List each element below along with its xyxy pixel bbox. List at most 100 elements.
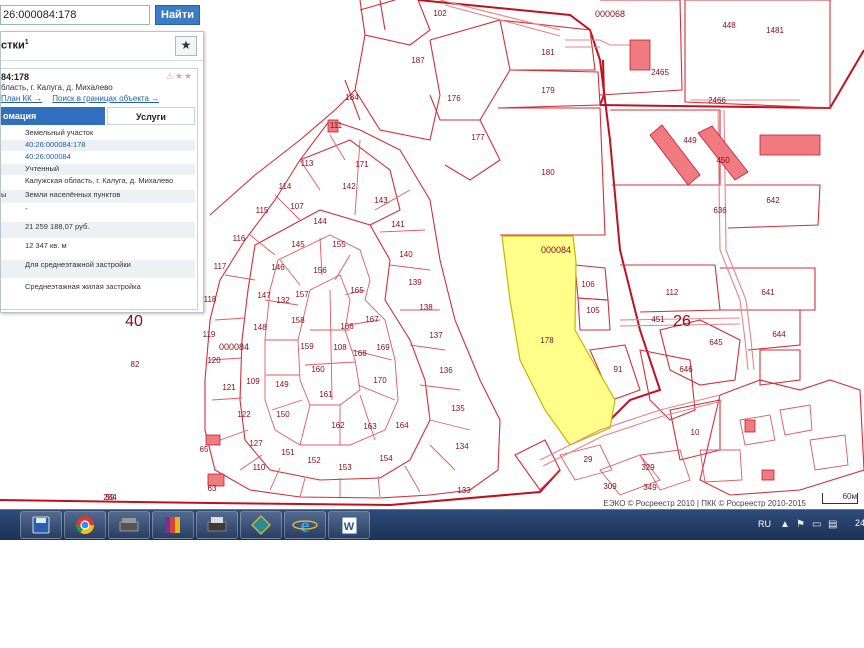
attribute-value: 12 347 кв. м [25, 241, 67, 250]
attribute-row: Для среднеэтажной застройки [1, 260, 195, 278]
parcel-label: 114 [279, 182, 292, 191]
attribute-value: 21 259 188,07 руб. [25, 222, 90, 231]
attribute-row: 40:26:000084:178 [1, 140, 195, 151]
building [744, 419, 756, 433]
parcel-label: 161 [319, 390, 333, 399]
flag-icon[interactable]: ⚑ [796, 519, 805, 530]
building [759, 134, 821, 156]
parcel-label: 105 [586, 306, 600, 315]
star-outline-icon[interactable]: ★ [175, 71, 184, 81]
taskbar-app-save[interactable] [20, 511, 62, 539]
taskbar-app-winrar[interactable] [152, 511, 194, 539]
tray-arrow-icon[interactable]: ▲ [780, 519, 790, 530]
attribute-row: 40:26:000084 [1, 152, 195, 163]
parcel-divider [271, 399, 303, 411]
taskbar-app-printer[interactable] [196, 511, 238, 539]
search-input[interactable]: 26:000084:178 [0, 5, 150, 25]
quarter-label: 000068 [595, 9, 625, 19]
parcel-label: 134 [455, 442, 469, 451]
taskbar-app-chrome[interactable] [64, 511, 106, 539]
parcel-label: 180 [541, 168, 555, 177]
taskbar-app-scanner[interactable] [108, 511, 150, 539]
panel-header: стки1 ★ [1, 32, 203, 61]
windows-taskbar: e W RU ▲ ⚑ ▭ ▤ 24 [0, 509, 864, 540]
save-app-icon [32, 516, 50, 534]
building [761, 469, 775, 481]
search-button[interactable]: Найти [155, 5, 200, 25]
parcel-label: 152 [307, 456, 321, 465]
parcel-label: 163 [363, 422, 377, 431]
parcel-label: 168 [353, 349, 367, 358]
attribute-value[interactable]: 40:26:000084:178 [25, 140, 85, 149]
parcel-label: 171 [355, 160, 369, 169]
attribute-row: Среднеэтажная жилая застройка [1, 282, 195, 296]
taskbar-app-word[interactable]: W [328, 511, 370, 539]
parcel-label: 349 [643, 483, 657, 492]
parcel-label: 329 [641, 463, 655, 472]
building [629, 39, 651, 71]
parcel-divider [404, 465, 421, 493]
svg-text:W: W [344, 521, 355, 533]
parcel-label: 148 [253, 323, 267, 332]
zone-label: 40 [125, 313, 143, 330]
parcel-label: 122 [237, 410, 251, 419]
language-indicator[interactable]: RU [758, 519, 771, 529]
favorite-star-button[interactable]: ★ [175, 36, 197, 56]
card-actions[interactable]: ⚠★★ [166, 71, 193, 82]
parcel-label: 184 [345, 93, 359, 102]
parcel-id: 84:178 [1, 72, 30, 82]
more-icon[interactable]: ★ [184, 71, 193, 81]
parcel-label: 135 [451, 404, 465, 413]
parcel-label: 140 [399, 250, 413, 259]
parcel-label: 157 [295, 290, 309, 299]
parcel-divider [409, 344, 446, 351]
parcel-divider [357, 384, 396, 401]
warning-icon[interactable]: ⚠ [166, 71, 175, 81]
monitor-icon[interactable]: ▭ [812, 519, 821, 530]
parcel-label: 155 [332, 240, 346, 249]
parcel-label: 106 [581, 280, 595, 289]
parcel-label: 448 [722, 21, 736, 30]
winrar-icon [165, 517, 180, 533]
tab-information[interactable]: омация [1, 107, 105, 125]
parcel-divider [359, 394, 376, 441]
printer-app-icon [207, 517, 227, 532]
taskbar-app-ie[interactable]: e [284, 511, 326, 539]
scale-label: 60м [842, 492, 857, 501]
parcel-label: 109 [246, 377, 260, 386]
parcel-label: 449 [683, 136, 697, 145]
attribute-row: Учтенный [1, 164, 195, 175]
clock[interactable]: 24 [855, 518, 864, 528]
parcel-label: 29 [0, 0, 5, 2]
parcel-label: 170 [373, 376, 387, 385]
tab-services[interactable]: Услуги [107, 107, 195, 125]
parcel-label: 167 [365, 315, 379, 324]
network-icon[interactable]: ▤ [828, 519, 837, 530]
parcel-address: бласть, г. Калуга, д. Михалево [1, 83, 113, 92]
parcel-label: 137 [429, 331, 443, 340]
map-attribution: ЕЭКО © Росреестр 2010 | ПКК © Росреестр … [601, 499, 808, 509]
attribute-value: - [25, 204, 28, 213]
parcel-label: 118 [204, 295, 217, 304]
roads [439, 0, 800, 467]
attribute-value: Земли населённых пунктов [25, 190, 121, 199]
attribute-value: Калужская область, г. Калуга, д. Михалев… [25, 176, 174, 185]
search-in-bounds-link[interactable]: Поиск в границах объекта → [52, 94, 159, 103]
star-icon: ★ [180, 38, 192, 52]
parcel-divider [299, 404, 311, 446]
attribute-value[interactable]: 40:26:000084 [25, 152, 71, 161]
parcel-label: 116 [233, 234, 246, 243]
plan-kk-link[interactable]: План КК → [1, 94, 42, 103]
attribute-row: Земельный участок [1, 128, 195, 139]
parcel-label: 147 [257, 291, 271, 300]
taskbar-app-network[interactable] [240, 511, 282, 539]
parcel-label: 162 [331, 421, 345, 430]
building [649, 124, 701, 186]
parcel-label: 145 [291, 240, 305, 249]
attribute-row: - [1, 204, 195, 218]
parcel-label: 142 [342, 182, 356, 191]
parcel-label: 102 [433, 9, 447, 18]
card-links: План КК → Поиск в границах объекта → [1, 94, 167, 103]
panel-title: стки1 [1, 39, 29, 52]
parcel-label: 159 [300, 342, 314, 351]
